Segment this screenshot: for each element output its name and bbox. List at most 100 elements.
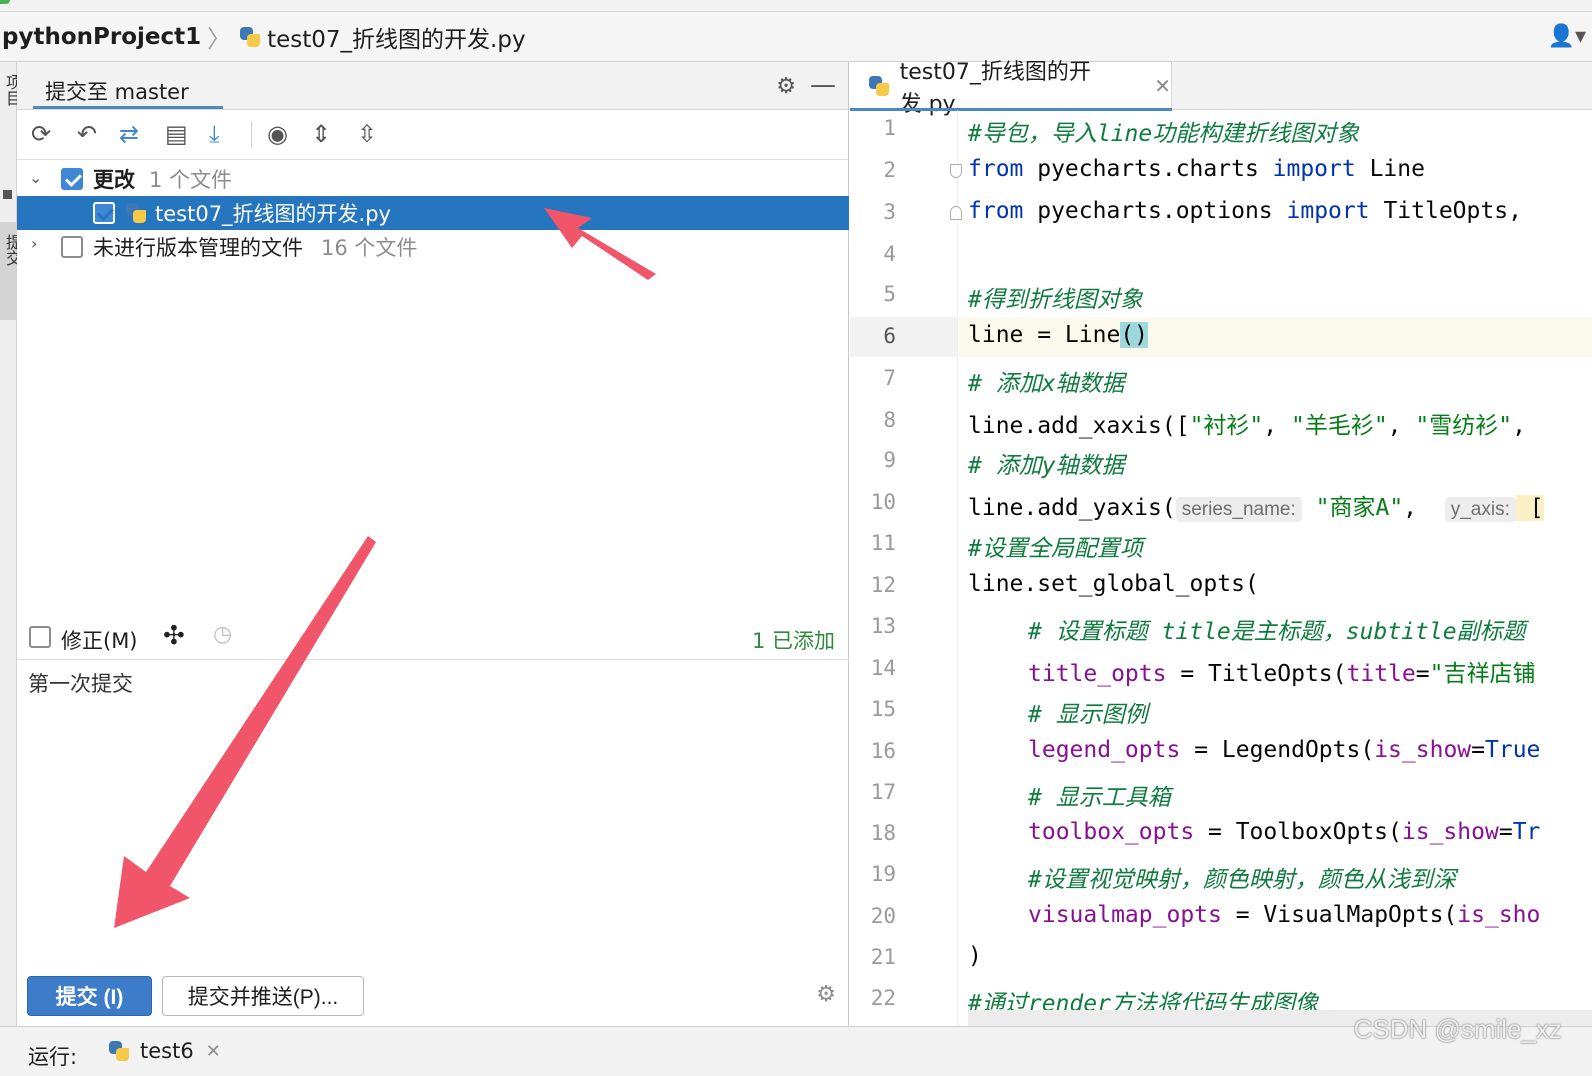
fold-end-icon[interactable]	[950, 206, 962, 220]
code-line-20[interactable]: visualmap_opts = VisualMapOpts(is_sho	[1028, 902, 1540, 928]
line-number[interactable]: 11	[850, 531, 896, 555]
panel-settings-gear-icon[interactable]: ⚙	[776, 74, 796, 99]
rollback-icon[interactable]: ↶	[77, 120, 97, 148]
changes-group-row[interactable]: ⌄ 更改 1 个文件	[17, 162, 849, 196]
expand-all-icon[interactable]: ⇕	[311, 120, 331, 148]
fold-start-icon[interactable]	[950, 164, 962, 178]
added-status: 1 已添加	[751, 629, 835, 653]
unversioned-group-row[interactable]: › 未进行版本管理的文件 16 个文件	[17, 230, 849, 264]
run-tab[interactable]: test6 ✕	[108, 1039, 221, 1063]
unversioned-count: 16 个文件	[321, 236, 418, 260]
amend-options-row: 修正(M) ✣ ◷ 1 已添加	[17, 618, 849, 660]
line-number[interactable]: 8	[850, 408, 896, 432]
code-line-17[interactable]: # 显示工具箱	[1028, 778, 1171, 812]
line-number[interactable]: 19	[850, 862, 896, 886]
line-number[interactable]: 15	[850, 697, 896, 721]
refresh-icon[interactable]: ⟳	[31, 120, 51, 148]
line-number[interactable]: 5	[850, 282, 896, 306]
active-tab-underline	[33, 106, 223, 109]
code-line-14[interactable]: title_opts = TitleOpts(title="吉祥店铺	[1028, 654, 1535, 688]
collapse-all-icon[interactable]: ⇳	[357, 120, 377, 148]
line-number[interactable]: 6	[850, 324, 896, 348]
line-number[interactable]: 13	[850, 614, 896, 638]
history-clock-icon[interactable]: ◷	[213, 622, 232, 647]
code-line-19[interactable]: #设置视觉映射，颜色映射，颜色从浅到深	[1028, 860, 1456, 894]
code-line-12[interactable]: line.set_global_opts(	[968, 571, 1259, 597]
line-number[interactable]: 10	[850, 490, 896, 514]
chevron-right-icon[interactable]: ›	[31, 234, 37, 253]
amend-checkbox[interactable]	[29, 626, 51, 648]
navigation-bar: pythonProject1 〉 test07_折线图的开发.py	[0, 12, 1592, 62]
code-line-2[interactable]: from pyecharts.charts import Line	[968, 156, 1425, 182]
code-line-9[interactable]: # 添加y轴数据	[968, 446, 1125, 480]
code-line-11[interactable]: #设置全局配置项	[968, 529, 1143, 563]
line-number[interactable]: 7	[850, 366, 896, 390]
run-label: 运行:	[28, 1045, 78, 1069]
changes-count: 1 个文件	[149, 168, 233, 192]
commit-and-push-button[interactable]: 提交并推送(P)...	[162, 976, 364, 1016]
line-number[interactable]: 12	[850, 573, 896, 597]
python-file-icon	[239, 26, 261, 48]
line-number[interactable]: 1	[850, 116, 896, 140]
line-number[interactable]: 20	[850, 904, 896, 928]
diff-icon[interactable]: ⇄	[119, 120, 139, 148]
view-options-eye-icon[interactable]: ◉	[267, 120, 288, 148]
breadcrumb-project[interactable]: pythonProject1	[2, 24, 201, 50]
line-number[interactable]: 17	[850, 780, 896, 804]
line-number[interactable]: 14	[850, 656, 896, 680]
line-number[interactable]: 22	[850, 986, 896, 1010]
editor-tab[interactable]: test07_折线图的开发.py ✕	[850, 60, 1172, 117]
code-line-3[interactable]: from pyecharts.options import TitleOpts,	[968, 198, 1522, 224]
amend-label[interactable]: 修正(M)	[61, 625, 138, 655]
code-line-5[interactable]: #得到折线图对象	[968, 280, 1143, 314]
status-dot	[0, 0, 10, 4]
commit-button[interactable]: 提交 (I)	[27, 976, 152, 1016]
user-account-icon[interactable]: 👤▾	[1548, 24, 1586, 49]
line-number[interactable]: 3	[850, 200, 896, 224]
tool-square-icon	[3, 190, 12, 199]
shelve-download-icon[interactable]: ⤓	[209, 120, 220, 148]
unversioned-checkbox[interactable]	[61, 236, 83, 258]
code-line-10[interactable]: line.add_yaxis(series_name: "商家A", y_axi…	[968, 488, 1544, 522]
commit-toolbar: ⟳ ↶ ⇄ ▤ ⤓ ◉ ⇕ ⇳	[17, 110, 848, 160]
line-number[interactable]: 21	[850, 945, 896, 969]
watermark-text: CSDN @smile_xz	[1353, 1014, 1562, 1044]
chevron-down-icon[interactable]: ⌄	[29, 168, 42, 187]
unversioned-label: 未进行版本管理的文件	[93, 236, 303, 260]
code-line-16[interactable]: legend_opts = LegendOpts(is_show=True	[1028, 737, 1540, 763]
file-checkbox[interactable]	[93, 202, 115, 224]
param-hint-series-name: series_name:	[1175, 497, 1302, 522]
code-line-15[interactable]: # 显示图例	[1028, 695, 1148, 729]
line-number[interactable]: 2	[850, 158, 896, 182]
code-line-6[interactable]: line = Line()	[968, 322, 1149, 348]
window-top-strip	[0, 0, 1592, 12]
line-number[interactable]: 4	[850, 242, 896, 266]
run-tab-close-icon[interactable]: ✕	[206, 1041, 221, 1062]
python-run-icon	[108, 1040, 130, 1062]
left-tool-gutter: 项目 提交	[0, 62, 22, 1026]
changelist-icon[interactable]: ▤	[165, 120, 188, 148]
code-line-21[interactable]: )	[968, 943, 982, 969]
commit-panel-header: 提交至 master ⚙ —	[17, 62, 848, 110]
line-number[interactable]: 9	[850, 448, 896, 472]
panel-minimize-icon[interactable]: —	[810, 70, 836, 100]
line-number[interactable]: 16	[850, 739, 896, 763]
code-line-7[interactable]: # 添加x轴数据	[968, 364, 1125, 398]
code-line-8[interactable]: line.add_xaxis(["衬衫", "羊毛衫", "雪纺衫",	[968, 406, 1526, 440]
code-line-1[interactable]: #导包，导入line功能构建折线图对象	[968, 114, 1359, 148]
code-line-18[interactable]: toolbox_opts = ToolboxOpts(is_show=Tr	[1028, 819, 1540, 845]
code-line-13[interactable]: # 设置标题 title是主标题，subtitle副标题	[1028, 612, 1526, 646]
changed-file-row[interactable]: test07_折线图的开发.py	[17, 196, 849, 230]
commit-settings-gear-icon[interactable]: ⚙	[816, 982, 836, 1007]
commit-options-icon[interactable]: ✣	[163, 621, 185, 651]
current-line-highlight	[850, 317, 1592, 357]
commit-panel-title[interactable]: 提交至 master	[45, 76, 189, 106]
changes-label: 更改	[93, 168, 135, 192]
changes-checkbox[interactable]	[61, 168, 83, 190]
breadcrumb-file[interactable]: test07_折线图的开发.py	[267, 20, 525, 54]
python-file-icon	[125, 202, 147, 224]
line-number[interactable]: 18	[850, 821, 896, 845]
commit-message-input[interactable]: 第一次提交	[28, 668, 133, 698]
breadcrumb-separator-icon: 〉	[207, 25, 232, 53]
tab-close-icon[interactable]: ✕	[1154, 74, 1171, 98]
